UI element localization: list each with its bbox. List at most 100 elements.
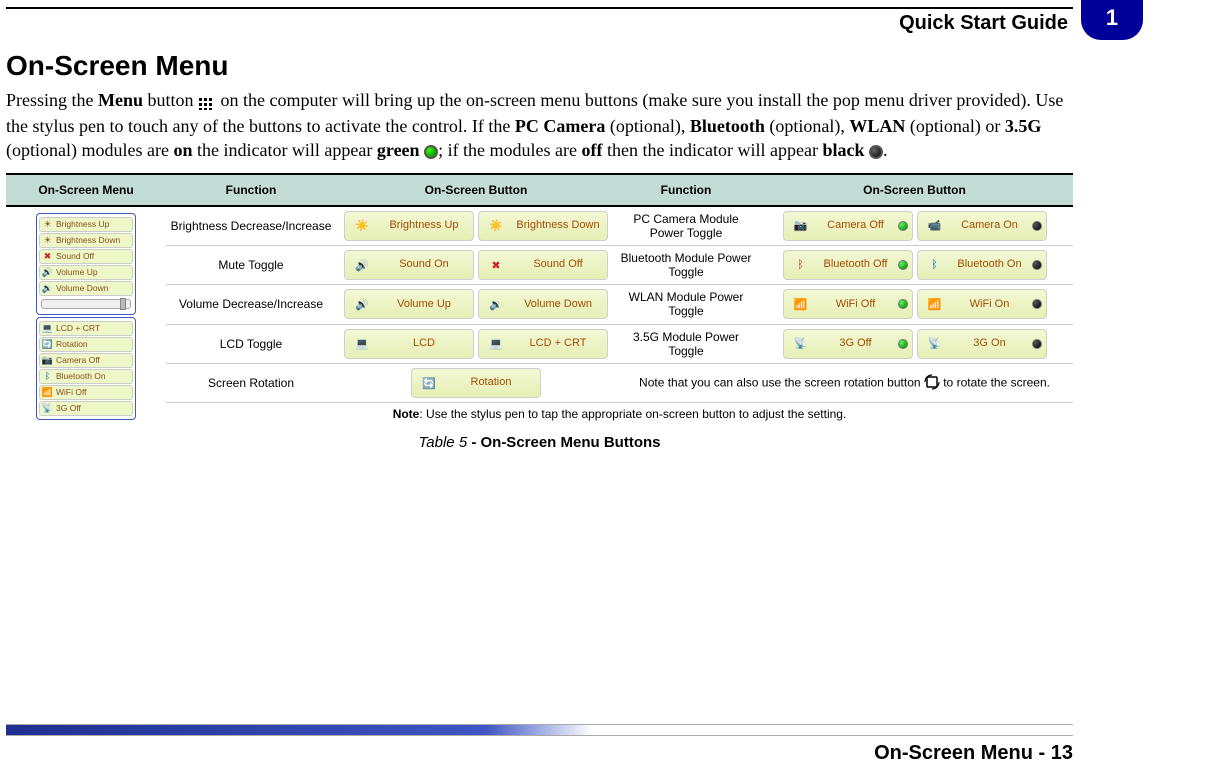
col-header: Function: [166, 174, 336, 206]
btn-label: LCD + CRT: [513, 338, 603, 350]
status-dot-icon: [898, 221, 908, 231]
camera-off-button[interactable]: 📷 Camera Off: [783, 211, 913, 241]
laptop-icon: 💻: [42, 323, 53, 334]
brightness-up-button[interactable]: ☀️Brightness Up: [344, 211, 474, 241]
pc-camera-word: PC Camera: [515, 116, 605, 136]
rotation-button[interactable]: 🔄Rotation: [411, 368, 541, 398]
menu-preview-item: 💻LCD + CRT: [39, 321, 133, 336]
bluetooth-on-button[interactable]: ᛒ Bluetooth On: [917, 250, 1047, 280]
btn-label: Rotation: [446, 377, 536, 389]
bluetooth-off-button[interactable]: ᛒBluetooth Off: [783, 250, 913, 280]
black-word: black: [822, 140, 864, 160]
sun-icon: ☀️: [483, 215, 509, 237]
mi-label: Volume Up: [56, 267, 98, 277]
menu-preview-item: ☀Brightness Up: [39, 217, 133, 232]
mi-label: Brightness Up: [56, 219, 109, 229]
volume-up-button[interactable]: 🔊Volume Up: [344, 289, 474, 319]
g3-on-button[interactable]: 📡 3G On: [917, 329, 1047, 359]
intro-text: (optional),: [765, 116, 849, 136]
col-header: Function: [616, 174, 756, 206]
intro-text: (optional) or: [905, 116, 1004, 136]
status-dot-icon: [898, 339, 908, 349]
on-word: on: [173, 140, 192, 160]
menu-word: Menu: [98, 90, 143, 110]
wlan-word: WLAN: [849, 116, 905, 136]
btn-label: 3G On: [952, 338, 1028, 350]
g35-word: 3.5G: [1005, 116, 1042, 136]
g3-icon: 📡: [922, 333, 948, 355]
sun-icon: ☀: [42, 235, 53, 246]
table-row: Screen Rotation 🔄Rotation Note that you …: [6, 364, 1073, 403]
btn-label: Sound Off: [513, 259, 603, 271]
section-title: On-Screen Menu: [6, 50, 1073, 82]
function-cell: Mute Toggle: [166, 245, 336, 284]
menu-preview-lower: 💻LCD + CRT 🔄Rotation 📷Camera Off ᛒBlueto…: [36, 317, 136, 420]
chapter-badge: 1: [1081, 0, 1143, 40]
menu-preview-item: 📶WiFi Off: [39, 385, 133, 400]
intro-text: Pressing the: [6, 90, 98, 110]
menu-preview-item: ✖Sound Off: [39, 249, 133, 264]
wifi-on-button[interactable]: 📶 WiFi On: [917, 289, 1047, 319]
screen-rotate-icon: [924, 374, 940, 393]
function-cell: PC Camera Module Power Toggle: [616, 206, 756, 246]
footer-text: On-Screen Menu - 13: [6, 742, 1073, 765]
mi-label: Camera Off: [56, 355, 100, 365]
wifi-off-button[interactable]: 📶 WiFi Off: [783, 289, 913, 319]
bluetooth-word: Bluetooth: [690, 116, 765, 136]
header-title: Quick Start Guide: [899, 12, 1068, 35]
function-cell: Bluetooth Module Power Toggle: [616, 245, 756, 284]
menu-preview-item: 🔄Rotation: [39, 337, 133, 352]
mute-icon: ✖: [42, 251, 53, 262]
camera-on-button[interactable]: 📹Camera On: [917, 211, 1047, 241]
sun-icon: ☀: [42, 219, 53, 230]
function-cell: Brightness Decrease/Increase: [166, 206, 336, 246]
speaker-icon: 🔊: [42, 267, 53, 278]
speaker-icon: 🔉: [483, 293, 509, 315]
lcd-button[interactable]: 💻LCD: [344, 329, 474, 359]
status-dot-icon: [1032, 339, 1042, 349]
intro-text: .: [883, 140, 888, 160]
intro-text: (optional),: [605, 116, 689, 136]
page-body: On-Screen Menu Pressing the Menu button …: [6, 50, 1073, 451]
col-header: On-Screen Button: [756, 174, 1073, 206]
camera-icon: 📷: [788, 215, 814, 237]
menu-preview-item: ☀Brightness Down: [39, 233, 133, 248]
mi-label: Bluetooth On: [56, 371, 106, 381]
btn-label: Camera Off: [818, 220, 894, 232]
menu-preview-item: 📷Camera Off: [39, 353, 133, 368]
mute-icon: ✖: [483, 254, 509, 276]
table-row: LCD Toggle 💻LCD 💻LCD + CRT 3.5G Module P…: [6, 324, 1073, 363]
menu-preview-item: ᛒBluetooth On: [39, 369, 133, 384]
btn-label: Sound On: [379, 259, 469, 271]
bluetooth-icon: ᛒ: [788, 254, 814, 276]
intro-text: the indicator will appear: [192, 140, 376, 160]
g3-off-button[interactable]: 📡 3G Off: [783, 329, 913, 359]
btn-label: Bluetooth On: [952, 259, 1028, 271]
bluetooth-icon: ᛒ: [922, 254, 948, 276]
btn-label: WiFi On: [952, 299, 1028, 311]
volume-down-button[interactable]: 🔉Volume Down: [478, 289, 608, 319]
laptop-icon: 💻: [483, 333, 509, 355]
mi-label: Sound Off: [56, 251, 94, 261]
function-cell: WLAN Module Power Toggle: [616, 285, 756, 324]
sound-on-button[interactable]: 🔊Sound On: [344, 250, 474, 280]
sound-off-button[interactable]: ✖ Sound Off: [478, 250, 608, 280]
mi-label: WiFi Off: [56, 387, 87, 397]
btn-label: Brightness Up: [379, 220, 469, 232]
lcd-crt-button[interactable]: 💻 LCD + CRT: [478, 329, 608, 359]
brightness-down-button[interactable]: ☀️ Brightness Down: [478, 211, 608, 241]
g3-icon: 📡: [788, 333, 814, 355]
btn-label: Camera On: [952, 220, 1028, 232]
btn-label: 3G Off: [818, 338, 894, 350]
status-dot-icon: [1032, 299, 1042, 309]
function-cell: LCD Toggle: [166, 324, 336, 363]
footer-gradient-bar: [6, 724, 1073, 736]
mi-label: Rotation: [56, 339, 88, 349]
btn-label: WiFi Off: [818, 299, 894, 311]
wifi-icon: 📶: [788, 293, 814, 315]
g3-icon: 📡: [42, 403, 53, 414]
wifi-icon: 📶: [922, 293, 948, 315]
btn-label: Brightness Down: [513, 220, 603, 232]
menu-grid-icon: [198, 90, 216, 114]
green-indicator-icon: [424, 145, 438, 159]
